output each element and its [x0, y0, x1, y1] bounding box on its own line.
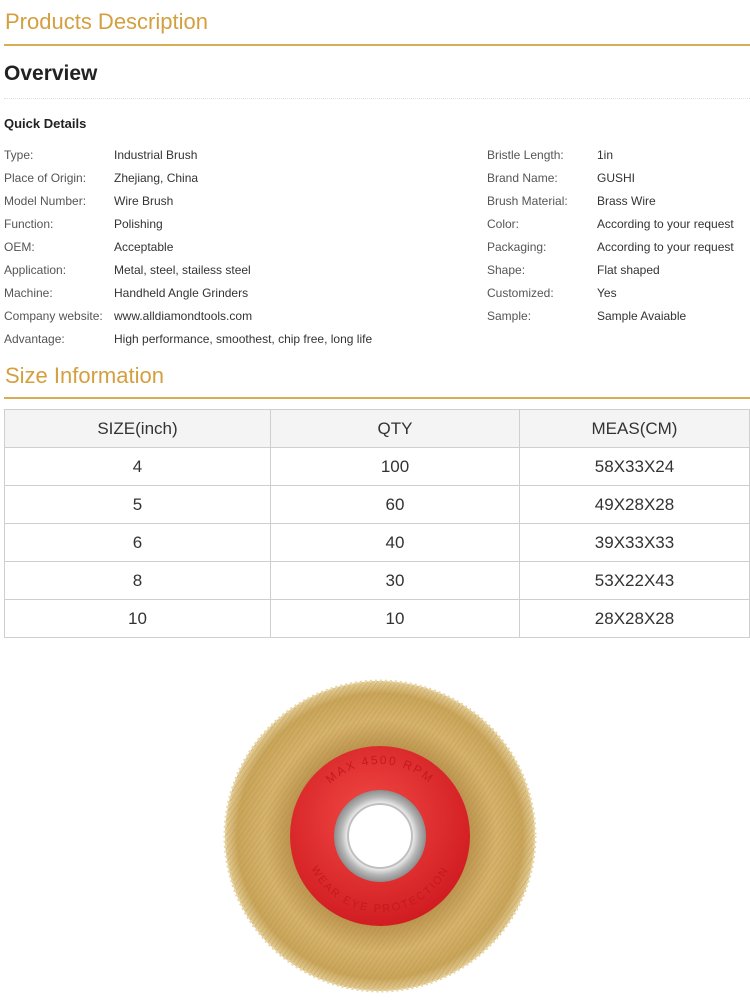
column-header: QTY	[270, 409, 520, 448]
detail-row: Shape: Flat shaped	[487, 258, 750, 281]
detail-value: GUSHI	[597, 170, 636, 185]
detail-label: Color:	[487, 216, 520, 231]
column-header: MEAS(CM)	[519, 409, 750, 448]
detail-label: Advantage:	[4, 331, 65, 346]
detail-row: Brand Name: GUSHI	[487, 166, 750, 189]
detail-value: Brass Wire	[597, 193, 656, 208]
detail-label: Customized:	[487, 285, 554, 300]
detail-value: 1in	[597, 147, 614, 162]
detail-label: Type:	[4, 147, 34, 162]
detail-row: Place of Origin: Zhejiang, China	[4, 166, 484, 189]
detail-row: Type: Industrial Brush	[4, 143, 484, 166]
table-header-row: SIZE(inch) QTY MEAS(CM)	[4, 409, 750, 448]
column-header: SIZE(inch)	[4, 409, 271, 448]
wire-brush-illustration: MAX 4500 RPM WEAR EYE PROTECTION	[223, 679, 537, 993]
detail-value: Wire Brush	[114, 193, 174, 208]
detail-label: Packaging:	[487, 239, 547, 254]
table-row: 10 10 28X28X28	[4, 599, 750, 638]
detail-label: Shape:	[487, 262, 526, 277]
table-cell: 5	[4, 485, 271, 524]
size-heading-divider	[4, 397, 750, 399]
table-cell: 10	[4, 599, 271, 638]
table-cell: 100	[270, 447, 520, 486]
center-hole	[347, 803, 413, 869]
table-cell: 60	[270, 485, 520, 524]
detail-row: Model Number: Wire Brush	[4, 189, 484, 212]
products-description-heading: Products Description	[5, 9, 208, 34]
detail-value: According to your request	[597, 239, 734, 254]
detail-row: Sample: Sample Avaiable	[487, 304, 750, 327]
detail-value: Handheld Angle Grinders	[114, 285, 249, 300]
detail-row: Color: According to your request	[487, 212, 750, 235]
detail-row: OEM: Acceptable	[4, 235, 484, 258]
quick-details-left-column: Type: Industrial Brush Place of Origin: Zh…	[4, 143, 484, 350]
table-cell: 10	[270, 599, 520, 638]
table-cell: 30	[270, 561, 520, 600]
detail-label: Sample:	[487, 308, 532, 323]
table-row: 6 40 39X33X33	[4, 523, 750, 562]
detail-label: OEM:	[4, 239, 35, 254]
overview-heading: Overview	[4, 62, 98, 85]
overview-divider	[4, 98, 750, 99]
detail-row: Company website: www.alldiamondtools.com	[4, 304, 484, 327]
detail-label: Machine:	[4, 285, 53, 300]
detail-row: Function: Polishing	[4, 212, 484, 235]
detail-row: Brush Material: Brass Wire	[487, 189, 750, 212]
detail-row: Bristle Length: 1in	[487, 143, 750, 166]
quick-details-right-column: Bristle Length: 1in Brand Name: GUSHI Brus…	[487, 143, 750, 327]
table-row: 8 30 53X22X43	[4, 561, 750, 600]
detail-value: Zhejiang, China	[114, 170, 199, 185]
detail-label: Brush Material:	[487, 193, 568, 208]
size-information-heading: Size Information	[5, 363, 164, 388]
table-cell: 49X28X28	[519, 485, 750, 524]
table-cell: 39X33X33	[519, 523, 750, 562]
detail-label: Brand Name:	[487, 170, 558, 185]
detail-row: Application: Metal, steel, stailess steel	[4, 258, 484, 281]
detail-value: Polishing	[114, 216, 163, 231]
product-image-wire-brush: MAX 4500 RPM WEAR EYE PROTECTION	[220, 676, 540, 996]
detail-label: Application:	[4, 262, 67, 277]
detail-row: Machine: Handheld Angle Grinders	[4, 281, 484, 304]
detail-value: Metal, steel, stailess steel	[114, 262, 251, 277]
table-cell: 6	[4, 523, 271, 562]
detail-value: Acceptable	[114, 239, 174, 254]
table-row: 5 60 49X28X28	[4, 485, 750, 524]
detail-label: Function:	[4, 216, 54, 231]
detail-value: Flat shaped	[597, 262, 660, 277]
detail-label: Place of Origin:	[4, 170, 87, 185]
detail-value: According to your request	[597, 216, 734, 231]
size-table: SIZE(inch) QTY MEAS(CM) 4 100 58X33X24 5…	[4, 409, 750, 638]
table-cell: 53X22X43	[519, 561, 750, 600]
detail-label: Model Number:	[4, 193, 87, 208]
table-cell: 8	[4, 561, 271, 600]
table-cell: 58X33X24	[519, 447, 750, 486]
detail-value: Sample Avaiable	[597, 308, 687, 323]
detail-value: High performance, smoothest, chip free, …	[114, 331, 373, 346]
table-row: 4 100 58X33X24	[4, 447, 750, 486]
table-cell: 4	[4, 447, 271, 486]
detail-row: Customized: Yes	[487, 281, 750, 304]
detail-row: Packaging: According to your request	[487, 235, 750, 258]
detail-value: Yes	[597, 285, 617, 300]
company-website-link[interactable]: www.alldiamondtools.com	[114, 309, 252, 323]
detail-label: Bristle Length:	[487, 147, 564, 162]
quick-details-heading: Quick Details	[4, 116, 87, 131]
detail-row: Advantage: High performance, smoothest, c…	[4, 327, 484, 350]
table-cell: 28X28X28	[519, 599, 750, 638]
detail-value: Industrial Brush	[114, 147, 198, 162]
heading-divider	[4, 44, 750, 46]
detail-label: Company website:	[4, 308, 103, 323]
table-cell: 40	[270, 523, 520, 562]
